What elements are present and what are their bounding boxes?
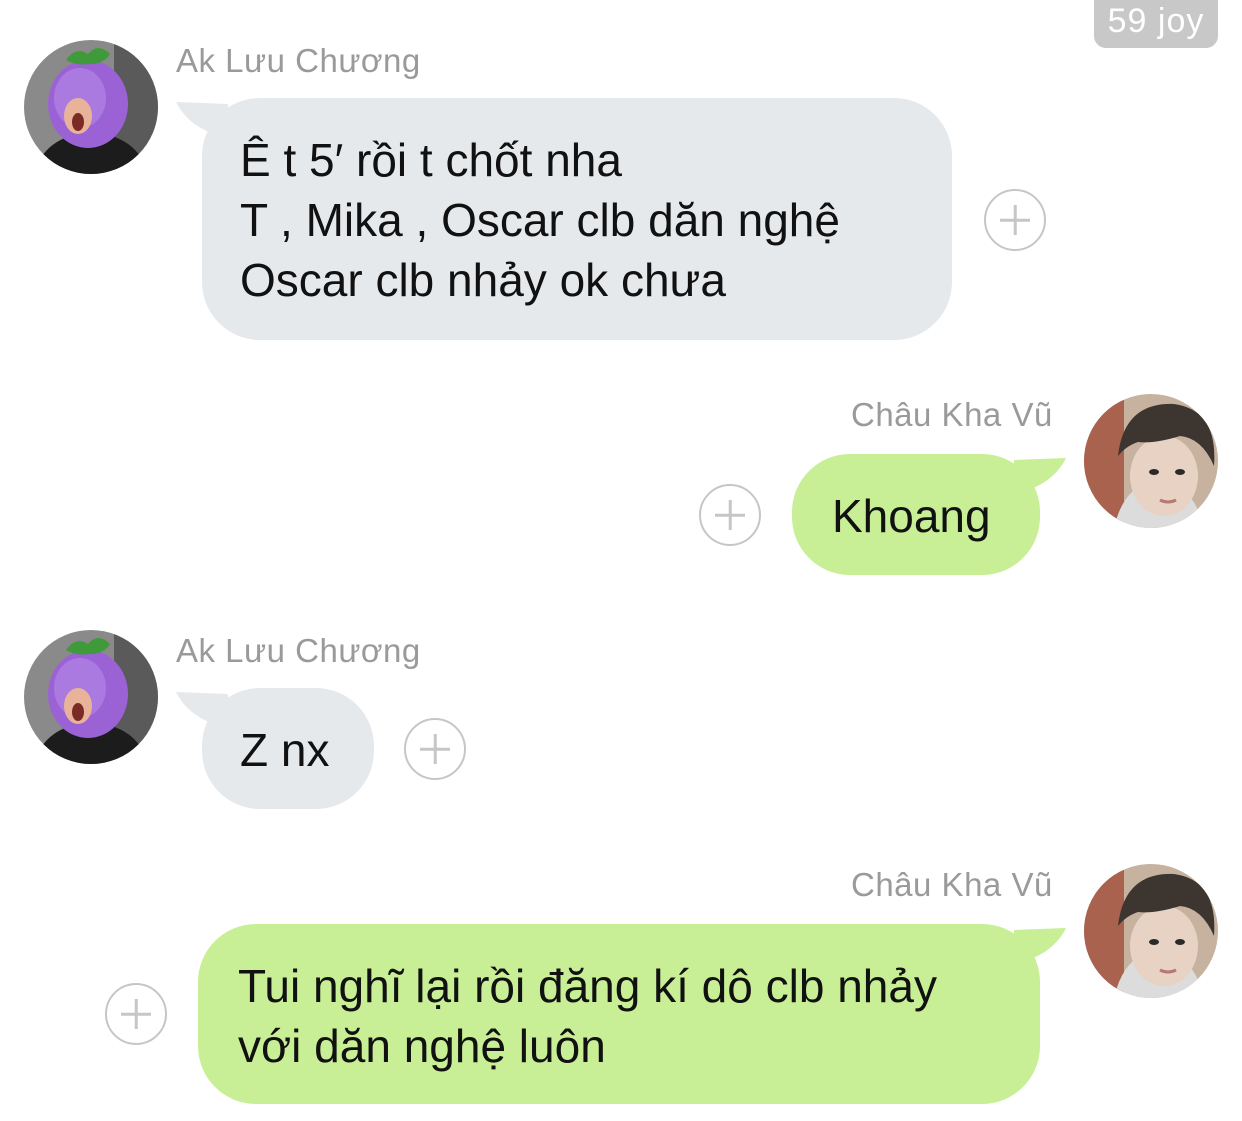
message-bubble[interactable]: Z nx [202, 688, 374, 809]
message-bubble[interactable]: Khoang [792, 454, 1040, 575]
add-reaction-icon[interactable] [699, 484, 761, 546]
message-text: với dăn nghệ luôn [238, 1020, 606, 1072]
eggplant-hat-avatar-icon [24, 630, 158, 764]
sender-name: Châu Kha Vũ [851, 866, 1053, 903]
message-text: Khoang [832, 490, 991, 542]
selfie-avatar-icon [1084, 864, 1218, 998]
sender-name: Châu Kha Vũ [851, 396, 1053, 433]
message-text: Oscar clb nhảy ok chưa [240, 254, 726, 306]
message-text: T , Mika , Oscar clb dăn nghệ [240, 194, 840, 246]
unread-count-badge[interactable]: 59 joy [1094, 0, 1218, 48]
sender-avatar[interactable] [1084, 864, 1218, 998]
message-bubble[interactable]: Ê t 5′ rồi t chốt nha T , Mika , Oscar c… [202, 98, 952, 340]
add-reaction-icon[interactable] [984, 189, 1046, 251]
eggplant-hat-avatar-icon [24, 40, 158, 174]
message-text: Z nx [240, 724, 330, 776]
selfie-avatar-icon [1084, 394, 1218, 528]
sender-name: Ak Lưu Chương [176, 632, 421, 669]
sender-name: Ak Lưu Chương [176, 42, 421, 79]
message-text: Tui nghĩ lại rồi đăng kí dô clb nhảy [238, 960, 937, 1012]
sender-avatar[interactable] [24, 40, 158, 174]
sender-avatar[interactable] [24, 630, 158, 764]
add-reaction-icon[interactable] [404, 718, 466, 780]
message-bubble[interactable]: Tui nghĩ lại rồi đăng kí dô clb nhảy với… [198, 924, 1040, 1104]
sender-avatar[interactable] [1084, 394, 1218, 528]
add-reaction-icon[interactable] [105, 983, 167, 1045]
message-text: Ê t 5′ rồi t chốt nha [240, 134, 622, 186]
